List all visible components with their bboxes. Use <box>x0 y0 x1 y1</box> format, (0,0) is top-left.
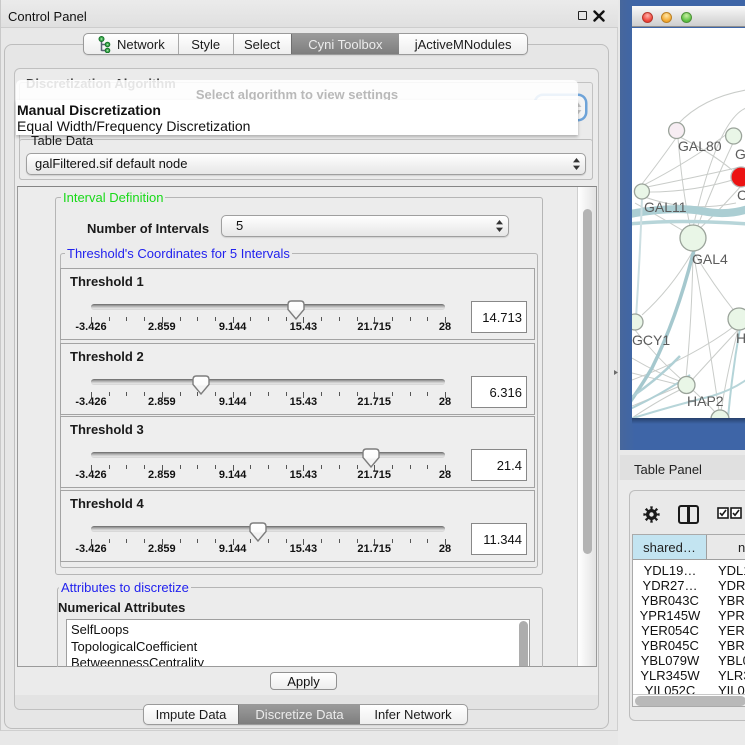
svg-text:GCY1: GCY1 <box>632 332 670 348</box>
svg-text:C: C <box>737 187 745 203</box>
svg-text:GAL11: GAL11 <box>644 199 687 215</box>
svg-text:H: H <box>736 330 745 346</box>
svg-text:HAP2: HAP2 <box>687 393 724 409</box>
svg-text:GAL80: GAL80 <box>678 138 722 154</box>
svg-text:G: G <box>735 146 745 162</box>
svg-text:GAL4: GAL4 <box>692 251 728 267</box>
